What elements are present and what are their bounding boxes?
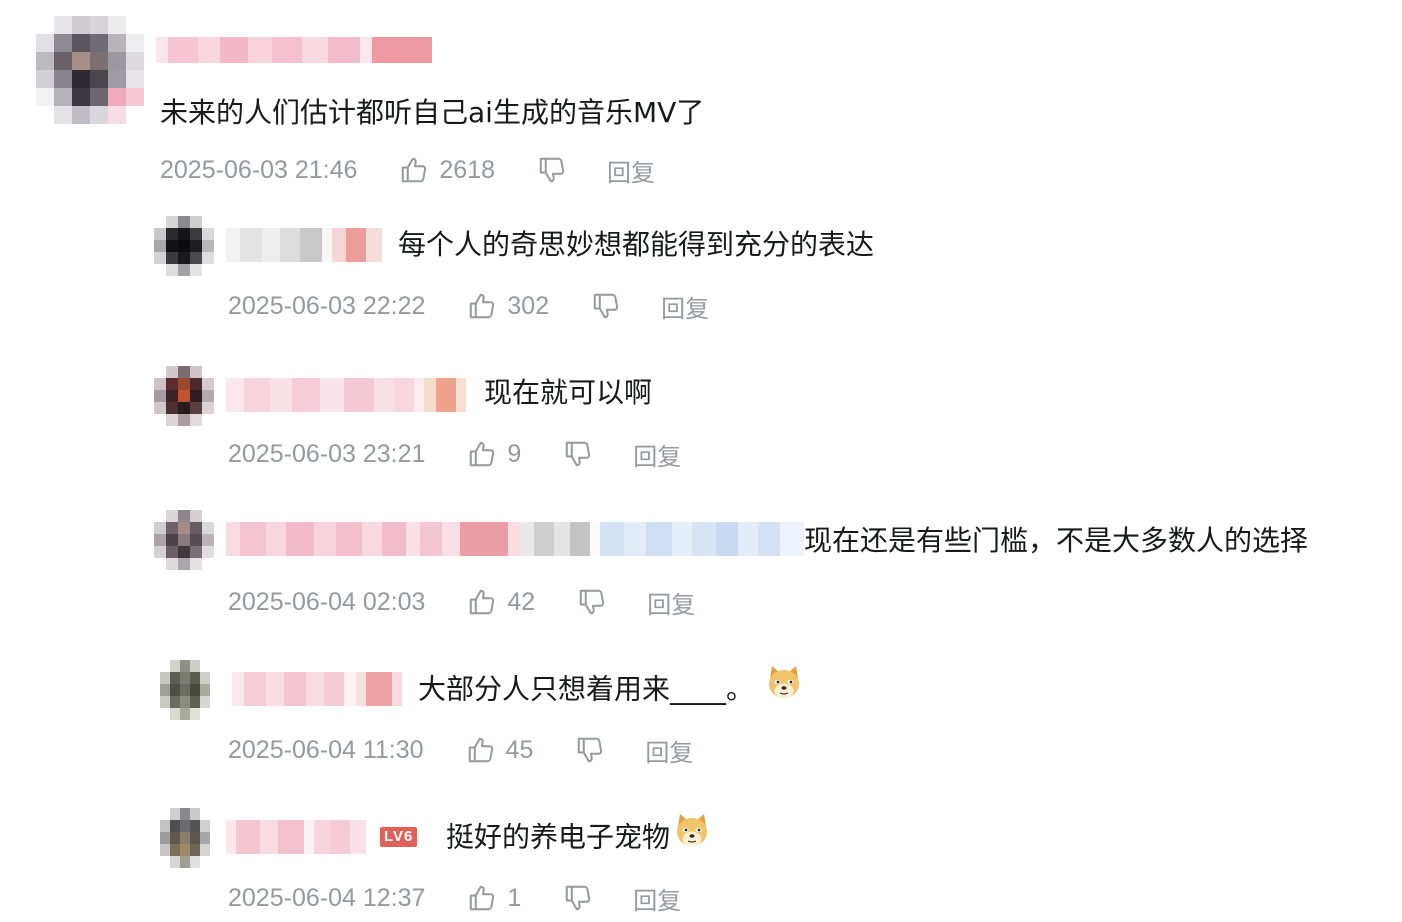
username[interactable] [226,378,466,412]
username[interactable] [156,37,432,63]
like-button[interactable]: 45 [466,735,534,765]
timestamp: 2025-06-03 21:46 [160,155,358,184]
avatar[interactable] [160,808,210,868]
like-count: 42 [507,587,536,616]
thumbs-up-icon [467,883,497,913]
comment-meta: 2025-06-03 22:22 302 回复 [228,286,709,326]
username[interactable] [226,820,366,854]
level-badge: LV6 [380,827,418,847]
like-count: 45 [505,735,534,764]
timestamp: 2025-06-03 22:22 [228,291,426,320]
thumbs-up-icon [467,439,497,469]
comment-text: 每个人的奇思妙想都能得到充分的表达 [398,228,875,261]
reply-button[interactable]: 回复 [607,153,655,188]
like-count: 2618 [439,155,496,184]
comment-text: 现在还是有些门槛，不是大多数人的选择 [804,524,1309,557]
like-button[interactable]: 42 [467,587,535,617]
thumbs-up-icon [467,587,497,617]
thumbs-down-icon [563,439,593,469]
thumbs-up-icon [466,735,496,765]
reply-button[interactable]: 回复 [647,585,695,620]
username[interactable] [226,522,804,556]
reply-button[interactable]: 回复 [633,881,681,916]
like-button[interactable]: 1 [467,883,521,913]
thumbs-down-icon [591,291,621,321]
comment-meta: 2025-06-04 11:30 45 回复 [228,730,693,770]
dislike-button[interactable] [563,439,593,469]
thumbs-down-icon [577,587,607,617]
comment-body: 挺好的养电子宠物 [446,820,671,854]
comment-text: 现在就可以啊 [484,376,653,409]
dislike-button[interactable] [577,587,607,617]
reply-button[interactable]: 回复 [633,437,681,472]
comment-meta: 2025-06-03 23:21 9 回复 [228,434,681,474]
comment-meta: 2025-06-04 02:03 42 回复 [228,582,695,622]
dislike-button[interactable] [591,291,621,321]
username[interactable] [232,672,402,706]
dislike-button[interactable] [563,883,593,913]
thumbs-down-icon [563,883,593,913]
comment-text: 挺好的养电子宠物 [446,814,712,861]
avatar[interactable] [154,216,214,276]
thumbs-down-icon [575,735,605,765]
comment-meta: 2025-06-03 21:46 2618 回复 [160,150,655,190]
dislike-button[interactable] [575,735,605,765]
like-count: 1 [507,883,522,912]
comment-meta: 2025-06-04 12:37 1 回复 [228,878,681,918]
reply-button[interactable]: 回复 [661,289,709,324]
comment-body: 大部分人只想着用来____。 [418,672,755,706]
like-button[interactable]: 2618 [399,155,495,185]
timestamp: 2025-06-04 11:30 [228,735,424,764]
doge-emoji-icon [672,810,712,861]
avatar[interactable] [160,660,210,720]
like-button[interactable]: 9 [467,439,521,469]
timestamp: 2025-06-04 12:37 [228,883,426,912]
timestamp: 2025-06-04 02:03 [228,587,426,616]
avatar[interactable] [154,510,214,570]
like-button[interactable]: 302 [467,291,549,321]
username[interactable] [226,228,382,262]
dislike-button[interactable] [537,155,567,185]
thumbs-up-icon [399,155,429,185]
thumbs-down-icon [537,155,567,185]
like-count: 302 [507,291,550,320]
timestamp: 2025-06-03 23:21 [228,439,426,468]
comment-text: 未来的人们估计都听自己ai生成的音乐MV了 [160,96,705,129]
avatar[interactable] [154,366,214,426]
like-count: 9 [507,439,522,468]
avatar[interactable] [36,16,144,124]
thumbs-up-icon [467,291,497,321]
reply-button[interactable]: 回复 [645,733,693,768]
comment-text: 大部分人只想着用来____。 [418,666,804,713]
doge-emoji-icon [764,662,804,713]
